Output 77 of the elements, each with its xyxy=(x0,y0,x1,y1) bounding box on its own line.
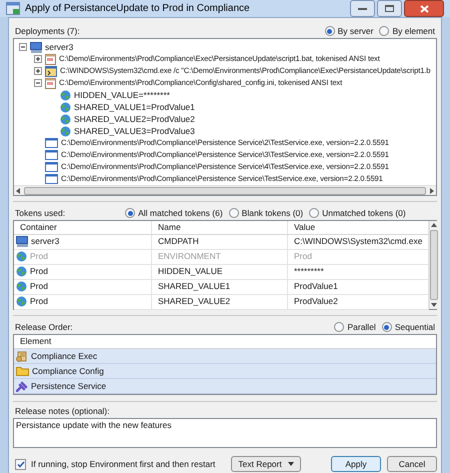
globe-icon xyxy=(60,90,71,100)
table-cell: Prod xyxy=(30,295,48,308)
list-item[interactable]: Compliance Exec xyxy=(14,349,436,364)
table-cell: SHARED_VALUE1 xyxy=(152,280,288,294)
computer-icon xyxy=(30,42,42,52)
window-app-icon xyxy=(6,2,20,15)
window-icon xyxy=(45,138,58,148)
globe-icon xyxy=(16,296,27,308)
scroll-up-icon[interactable] xyxy=(431,223,438,227)
scroll-left-icon[interactable] xyxy=(16,188,20,194)
radio-button[interactable]: Sequential xyxy=(382,320,435,334)
minus-icon xyxy=(35,80,41,86)
globe-icon xyxy=(60,114,71,124)
plus-icon xyxy=(35,56,41,62)
radio-button[interactable]: Parallel xyxy=(334,320,376,334)
terminal-window-icon xyxy=(45,66,57,76)
horizontal-scrollbar[interactable] xyxy=(14,185,436,195)
document-icon xyxy=(45,78,56,88)
collapse-toggle[interactable] xyxy=(34,79,42,87)
section-label: Tokens used: xyxy=(15,206,66,220)
globe-icon xyxy=(16,266,27,278)
checkbox-label: If running, stop Environment first and then restart xyxy=(31,458,216,470)
column-header[interactable]: Container xyxy=(14,221,152,234)
folder-icon xyxy=(16,366,29,376)
minus-icon xyxy=(20,44,26,50)
radio-button[interactable]: Blank tokens (0) xyxy=(228,206,304,220)
radio-button[interactable]: By element xyxy=(379,24,435,38)
tree-item[interactable]: HIDDEN_VALUE=******** xyxy=(74,88,170,102)
caret-icon xyxy=(288,462,294,466)
column-header[interactable]: Name xyxy=(152,221,288,234)
tree-item[interactable]: SHARED_VALUE1=ProdValue1 xyxy=(74,100,195,114)
table-cell: Prod xyxy=(30,280,48,294)
globe-icon xyxy=(16,251,27,262)
globe-icon xyxy=(60,126,71,136)
close-button[interactable] xyxy=(404,0,444,17)
radio-button[interactable]: All matched tokens (6) xyxy=(125,206,223,220)
minimize-button[interactable] xyxy=(350,0,375,17)
close-icon xyxy=(420,4,428,12)
expand-toggle[interactable] xyxy=(34,67,42,75)
tree-item[interactable]: server3 xyxy=(45,40,74,54)
document-icon xyxy=(45,54,56,64)
tree-item[interactable]: SHARED_VALUE2=ProdValue2 xyxy=(74,112,195,126)
dialog-button[interactable]: Apply xyxy=(331,456,381,472)
expand-toggle[interactable] xyxy=(34,55,42,63)
section-label: Release Order: xyxy=(15,320,73,334)
window-icon xyxy=(45,162,58,172)
table-cell: server3 xyxy=(31,235,60,248)
table-cell: SHARED_VALUE2 xyxy=(152,294,288,309)
section-label: Release notes (optional): xyxy=(14,405,111,418)
globe-icon xyxy=(60,102,71,112)
window-title: Apply of PersistanceUpdate to Prod in Compliance xyxy=(25,2,250,16)
window-icon xyxy=(45,150,58,160)
list-item[interactable]: Persistence Service xyxy=(14,379,436,394)
radio-button[interactable]: Unmatched tokens (0) xyxy=(309,206,406,220)
checkbox[interactable] xyxy=(15,458,26,470)
vertical-scrollbar[interactable] xyxy=(429,221,438,309)
dialog-button[interactable]: Cancel xyxy=(387,456,437,472)
scroll-icon xyxy=(16,350,28,362)
scroll-down-icon[interactable] xyxy=(431,303,438,307)
table-cell: ENVIRONMENT xyxy=(152,250,288,264)
table-cell: CMDPATH xyxy=(152,234,288,249)
window-icon xyxy=(45,174,58,184)
collapse-toggle[interactable] xyxy=(19,43,27,51)
release-notes-field[interactable]: Persistance update with the new features xyxy=(13,418,437,448)
report-dropdown-button[interactable]: Text Report xyxy=(231,456,301,472)
globe-icon xyxy=(16,281,27,292)
section-label: Deployments (7): xyxy=(15,24,80,38)
table-cell: Prod xyxy=(30,265,48,278)
list-item[interactable]: Compliance Config xyxy=(14,364,436,379)
table-cell: Prod xyxy=(30,250,48,264)
computer-icon xyxy=(16,236,28,248)
radio-button[interactable]: By server xyxy=(324,24,374,38)
table-cell: HIDDEN_VALUE xyxy=(152,264,288,279)
tree-item[interactable]: SHARED_VALUE3=ProdValue3 xyxy=(74,124,195,138)
scroll-right-icon[interactable] xyxy=(430,188,434,194)
plus-icon xyxy=(35,68,41,74)
maximize-button[interactable] xyxy=(377,0,402,17)
